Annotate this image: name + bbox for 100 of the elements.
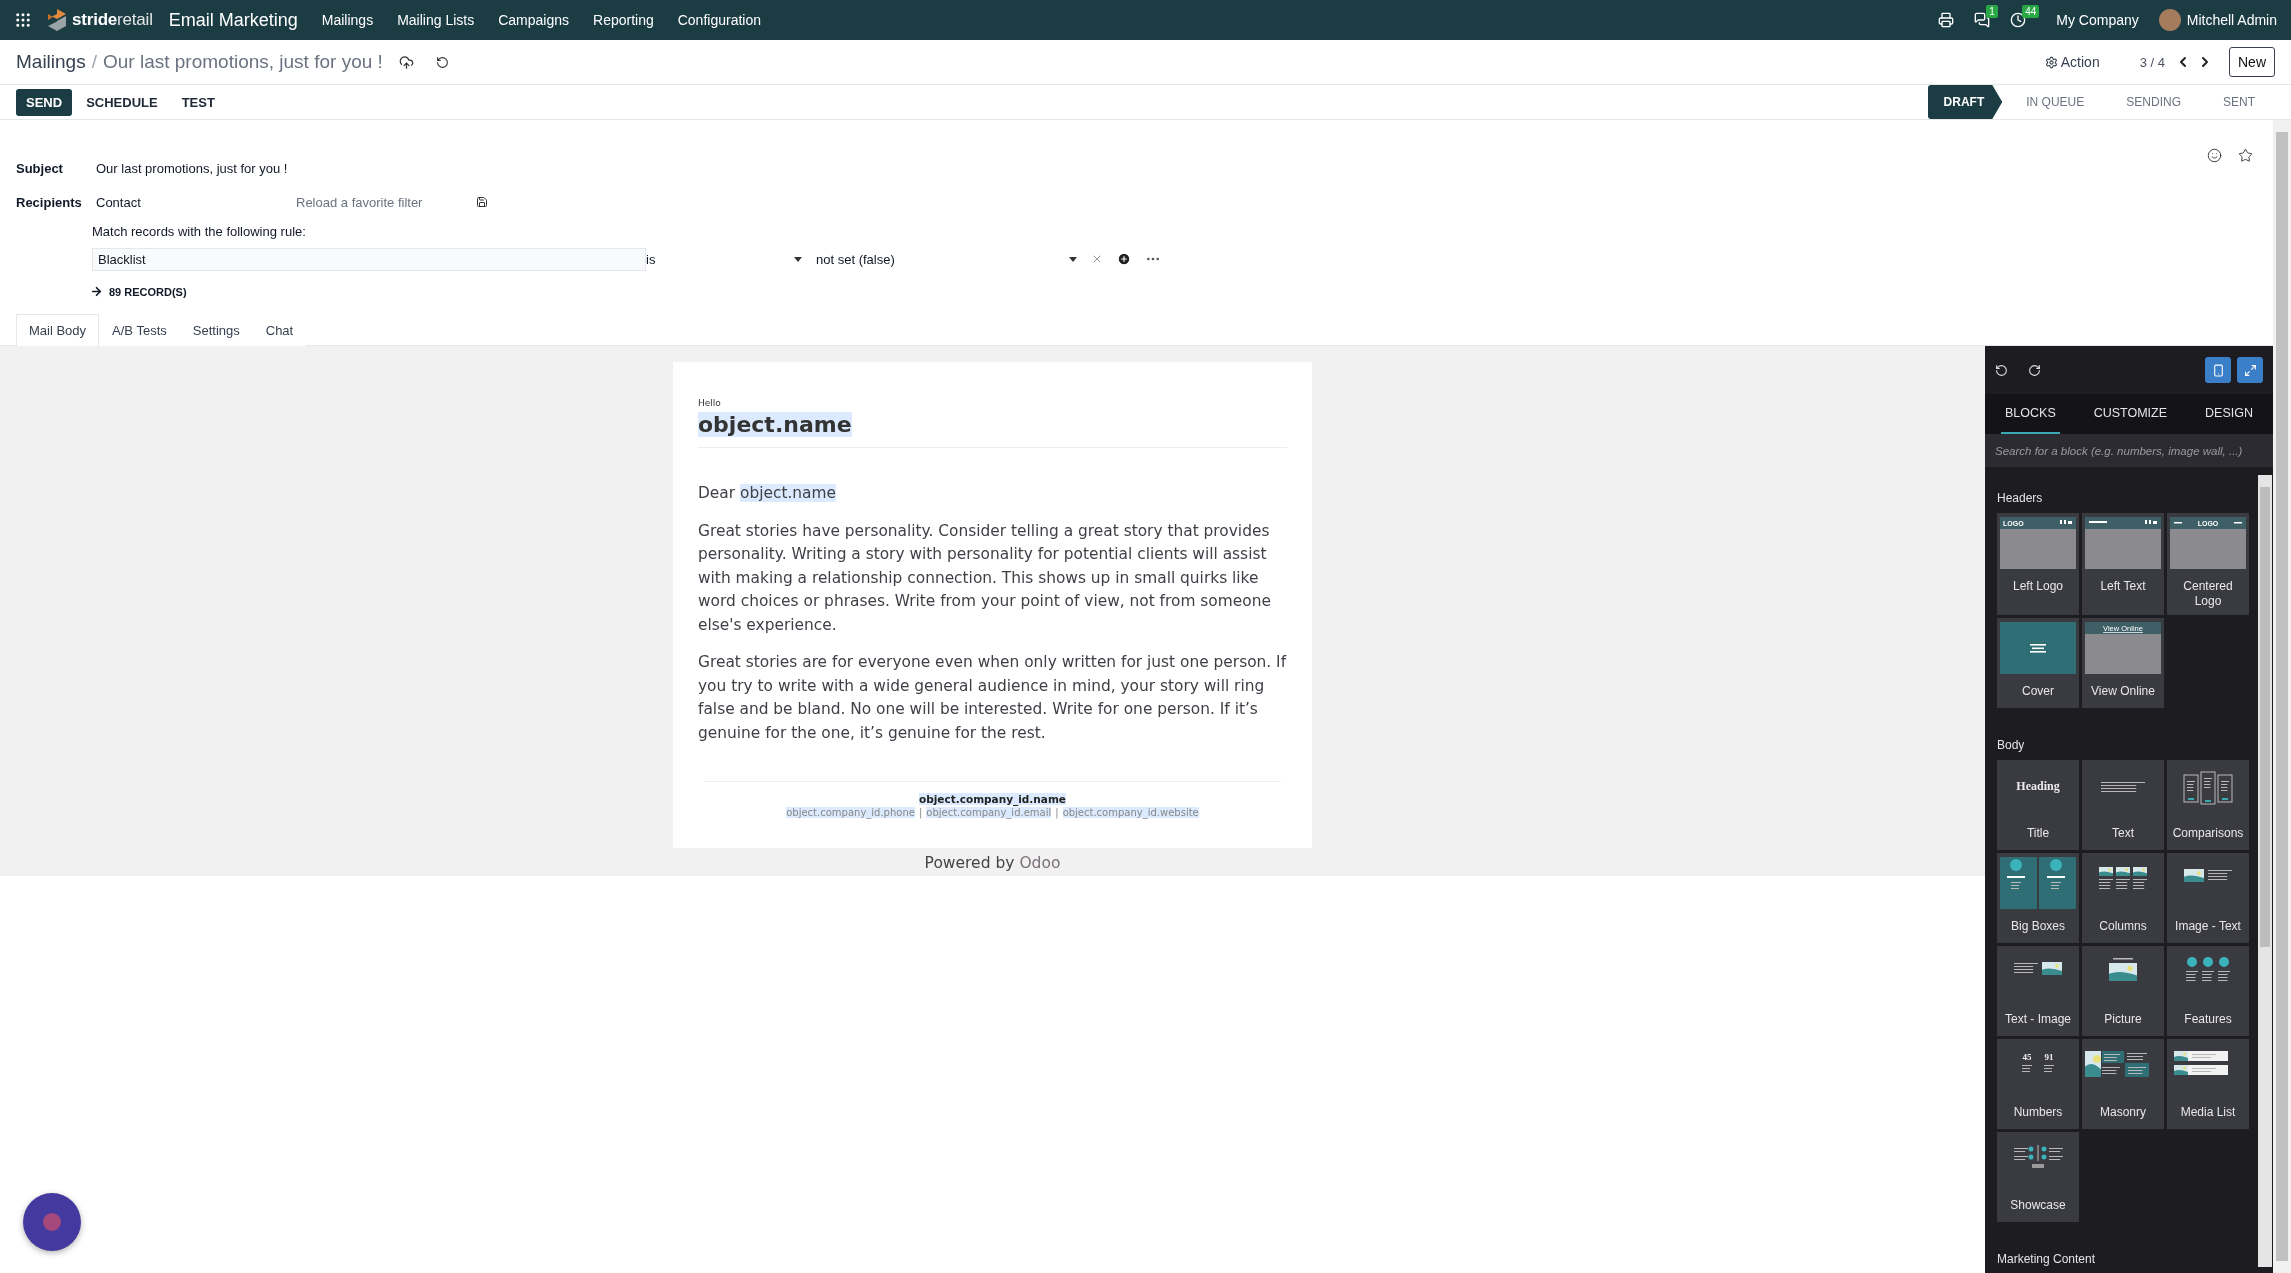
status-stage[interactable]: DRAFT (1927, 85, 2003, 119)
company-name-field: object.company_id.name (919, 793, 1066, 805)
block-section-title: Headers (1997, 491, 2044, 505)
save-icon[interactable] (476, 196, 488, 208)
save-cloud-icon[interactable] (398, 54, 414, 70)
menu-item[interactable]: Mailing Lists (397, 12, 475, 28)
form-tab[interactable]: Mail Body (16, 314, 100, 346)
block-tile[interactable]: Showcase (1997, 1132, 2079, 1222)
breadcrumb-link[interactable]: Mailings (16, 51, 86, 73)
field-label: Subject (16, 160, 64, 176)
contact-field: object.company_id.phone (786, 807, 915, 818)
header-button[interactable]: SEND (16, 88, 73, 116)
thumbnail-text: 91 (2044, 1052, 2054, 1062)
menu-item[interactable]: Reporting (593, 12, 654, 28)
block-preview-drawing (2186, 957, 2230, 981)
print-icon[interactable] (1938, 12, 1955, 28)
redo-icon[interactable] (2028, 363, 2041, 377)
chat-dot-icon (43, 1213, 61, 1231)
new-button[interactable]: New (2229, 47, 2275, 77)
records-link[interactable]: 89 RECORD(S) (90, 285, 187, 298)
pager-counter: 3 / 4 (2139, 54, 2165, 70)
message-count-badge: 1 (1986, 5, 1998, 18)
field-label: Recipients (16, 194, 83, 210)
action-menu-button[interactable]: Action (2044, 54, 2100, 70)
rule-value-select[interactable]: not set (false) (806, 251, 1081, 267)
block-tile[interactable]: 45 91 Numbers (1997, 1039, 2079, 1129)
chat-launcher-button[interactable] (23, 1193, 81, 1251)
undo-icon[interactable] (1995, 363, 2008, 377)
block-preview-drawing (2014, 1145, 2063, 1168)
mobile-preview-button[interactable] (2205, 357, 2231, 383)
user-avatar[interactable] (2158, 9, 2181, 31)
emoji-icon[interactable] (2207, 148, 2222, 163)
block-tile[interactable]: Text - Image (1997, 946, 2079, 1036)
activity-clock-icon[interactable] (2010, 12, 2027, 28)
block-tile[interactable]: Picture (2082, 946, 2164, 1036)
block-tile[interactable]: Text (2082, 760, 2164, 850)
greeting-line: Dear object.name (698, 483, 837, 504)
block-tile[interactable]: Cover (1997, 618, 2079, 708)
block-preview-drawing (2184, 869, 2232, 882)
activity-count-badge: 44 (2022, 5, 2040, 18)
block-preview-drawing (2014, 962, 2062, 975)
logo-icon (46, 8, 68, 32)
contact-field: object.company_id.email (926, 807, 1052, 818)
discard-icon[interactable] (435, 55, 449, 69)
expand-icon (2243, 363, 2257, 377)
rule-operator-select[interactable]: is (646, 251, 806, 267)
odoo-link[interactable]: Odoo (1019, 854, 1061, 872)
menu-item[interactable]: Configuration (677, 12, 761, 28)
block-tile[interactable]: Left Text (2082, 513, 2164, 615)
powered-by-text: Powered by Odoo (924, 854, 1061, 872)
fullscreen-button[interactable] (2237, 357, 2263, 383)
block-preview-drawing (2174, 1051, 2228, 1075)
recipients-model-field[interactable]: Contact (96, 194, 296, 210)
block-tile[interactable]: Columns (2082, 853, 2164, 943)
block-preview-drawing (2183, 771, 2233, 805)
subject-field[interactable]: Our last promotions, just for you ! (96, 160, 288, 176)
name-placeholder-heading: object.name (698, 412, 852, 437)
app-name: Email Marketing (168, 9, 298, 31)
body-paragraph: Great stories are for everyone even when only written for just one person. If you try to write with a wide general audience in mind, your story will ring false and be bland. No one will be interested. Write for one person. If it’s genuine for the one, it’s genuine for the rest. (698, 652, 1287, 744)
block-preview-drawing (2085, 1051, 2149, 1077)
gear-icon (2044, 55, 2058, 69)
rule-caption: Match records with the following rule: (92, 224, 307, 239)
block-tile[interactable]: Image - Text (2167, 853, 2249, 943)
panel-scrollbar[interactable] (2260, 487, 2270, 947)
remove-rule-icon[interactable] (1091, 253, 1103, 265)
block-preview-drawing (2109, 958, 2137, 981)
favorite-filter-field[interactable]: Reload a favorite filter (296, 194, 476, 210)
phone-icon (2211, 363, 2225, 377)
brand-logo-text: strideretail (72, 10, 153, 30)
block-tile[interactable]: Media List (2167, 1039, 2249, 1129)
contact-separator: | (1055, 807, 1059, 818)
record-title: Our last promotions, just for you ! (103, 51, 383, 73)
builder-tab[interactable]: CUSTOMIZE (2089, 394, 2172, 434)
arrow-right-icon (90, 285, 103, 298)
rule-field-selector[interactable]: Blacklist (92, 247, 646, 271)
block-search-field[interactable]: Search for a block (e.g. numbers, image wall, ...) (1985, 434, 2273, 467)
header-button[interactable]: SCHEDULE (76, 88, 168, 116)
block-tile[interactable]: Masonry (2082, 1039, 2164, 1129)
builder-tab[interactable]: DESIGN (2201, 394, 2257, 434)
block-tile[interactable]: Features (2167, 946, 2249, 1036)
company-switcher[interactable]: My Company (2056, 12, 2139, 28)
block-tile[interactable]: Big Boxes (1997, 853, 2079, 943)
header-button[interactable]: TEST (171, 88, 225, 116)
messages-icon[interactable] (1974, 12, 1991, 28)
menu-item[interactable]: Campaigns (498, 12, 569, 28)
caret-icon (794, 256, 802, 262)
page-scrollbar[interactable] (2276, 132, 2288, 1261)
block-tile[interactable]: Comparisons (2167, 760, 2249, 850)
menu-item[interactable]: Mailings (321, 12, 374, 28)
star-icon[interactable] (2238, 148, 2253, 163)
user-name[interactable]: Mitchell Admin (2186, 12, 2277, 28)
block-section-title: Marketing Content (1997, 1252, 2097, 1266)
block-section-title: Body (1997, 738, 2026, 752)
apps-menu-icon[interactable] (14, 11, 32, 29)
caret-icon (1069, 256, 1077, 262)
block-preview-drawing (2101, 782, 2145, 792)
body-paragraph: Great stories have personality. Consider telling a great story that provides personality. Writing a story with personality for potential clients will assist with making a relationship connection. This shows up in small quirks like word choices or phrases. Write from your point of view, not from someone else's experience. (698, 520, 1272, 636)
block-tile[interactable]: Heading Title (1997, 760, 2079, 850)
contact-separator: | (918, 807, 923, 818)
thumbnail-text: Heading (2016, 779, 2060, 793)
